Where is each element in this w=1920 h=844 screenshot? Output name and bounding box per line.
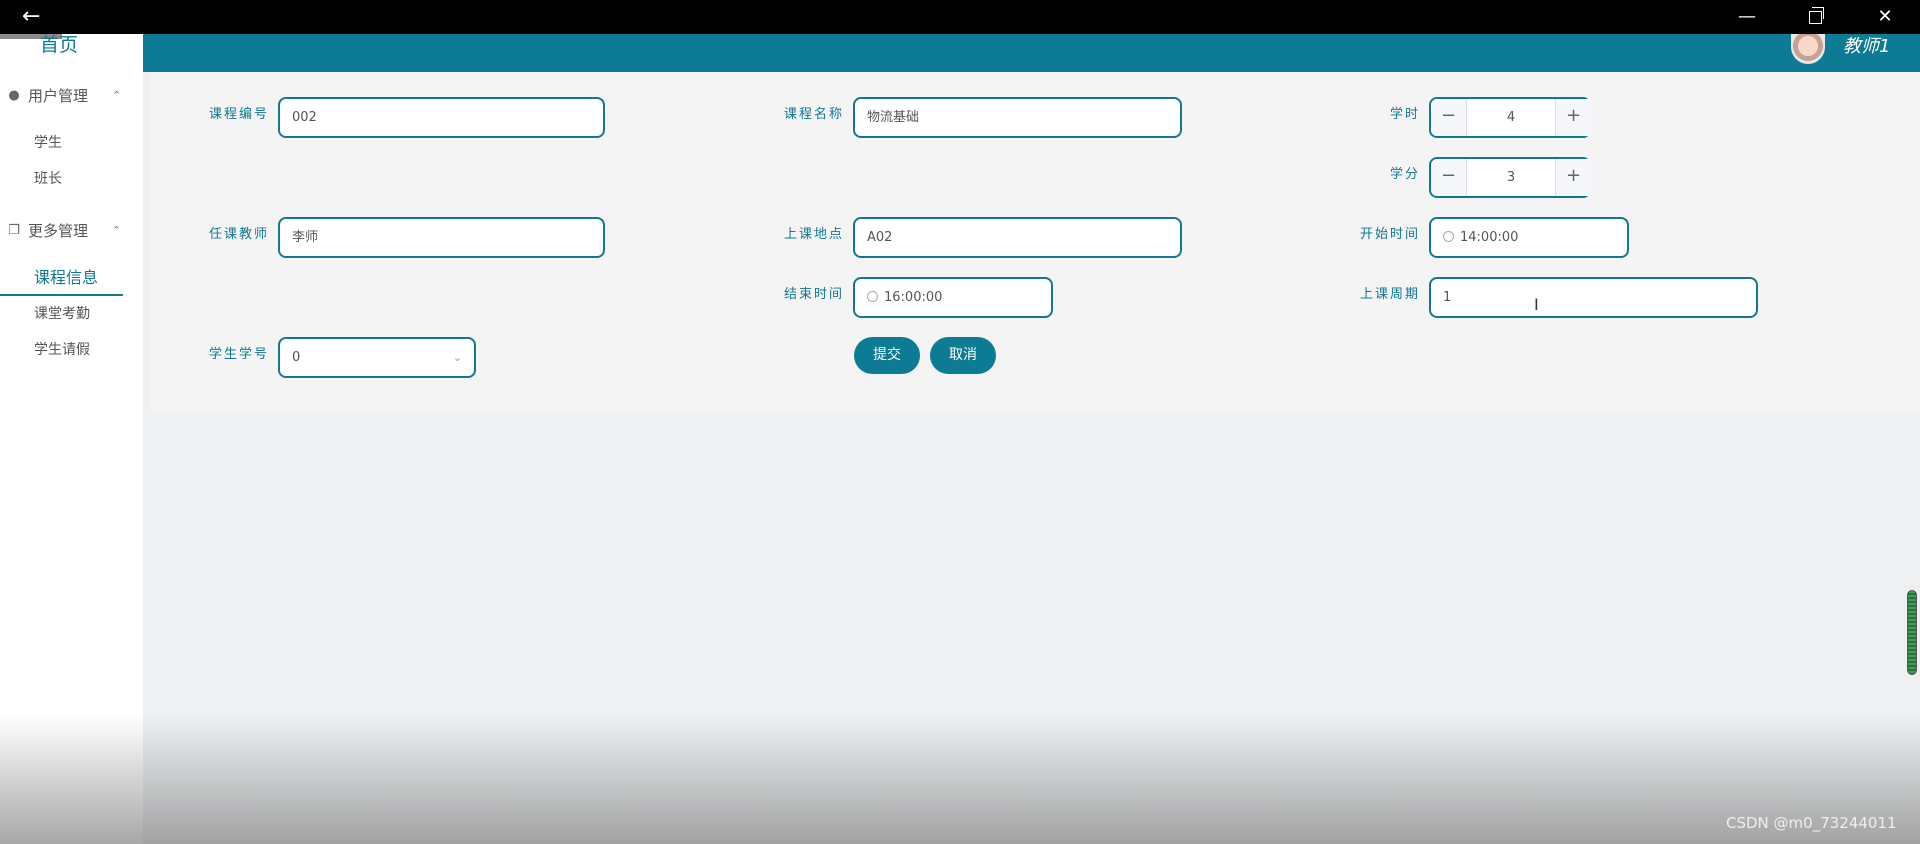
menu-group-more-management[interactable]: ❐ 更多管理 ⌃ bbox=[0, 216, 143, 246]
decrement-button[interactable]: − bbox=[1431, 99, 1467, 136]
credits-label: 学分 bbox=[1389, 167, 1420, 182]
avatar[interactable] bbox=[1791, 34, 1825, 64]
location-input[interactable]: A02 bbox=[853, 217, 1182, 258]
start-time-picker[interactable]: 14:00:00 bbox=[1429, 217, 1629, 258]
start-time-value: 14:00:00 bbox=[1460, 230, 1519, 245]
menu-group-label: 用户管理 bbox=[28, 87, 89, 105]
sidebar-item-students[interactable]: 学生 bbox=[0, 128, 143, 158]
username[interactable]: 教师1 bbox=[1843, 34, 1890, 62]
watermark: CSDN @m0_73244011 bbox=[1726, 814, 1897, 832]
hours-label: 学时 bbox=[1389, 107, 1420, 122]
sidebar-item-student-leave[interactable]: 学生请假 bbox=[0, 335, 143, 365]
course-no-label: 课程编号 bbox=[208, 107, 269, 122]
teacher-input[interactable]: 李师 bbox=[278, 217, 605, 258]
increment-button[interactable]: + bbox=[1555, 99, 1591, 136]
credits-stepper[interactable]: − 3 + bbox=[1429, 157, 1591, 198]
scrollbar-thumb[interactable] bbox=[1907, 590, 1917, 675]
end-time-value: 16:00:00 bbox=[884, 290, 943, 305]
close-icon[interactable]: ✕ bbox=[1850, 0, 1920, 34]
chevron-down-icon: ⌄ bbox=[452, 351, 462, 364]
location-label: 上课地点 bbox=[783, 227, 844, 242]
bottom-shadow bbox=[0, 715, 1920, 844]
decrement-button[interactable]: − bbox=[1431, 159, 1467, 196]
hours-value[interactable]: 4 bbox=[1467, 99, 1555, 136]
menu-group-user-management[interactable]: ● 用户管理 ⌃ bbox=[0, 81, 143, 111]
end-time-picker[interactable]: 16:00:00 bbox=[853, 277, 1053, 318]
text-cursor-icon: I bbox=[1534, 295, 1539, 314]
copy-icon: ❐ bbox=[8, 223, 20, 238]
clock-icon bbox=[867, 291, 878, 302]
chevron-up-icon: ⌃ bbox=[112, 224, 122, 237]
window-titlebar: ← — ✕ bbox=[0, 0, 1920, 34]
top-header: 教师1 bbox=[143, 34, 1920, 72]
course-no-input[interactable]: 002 bbox=[278, 97, 605, 138]
cancel-button[interactable]: 取消 bbox=[930, 337, 996, 374]
teacher-label: 任课教师 bbox=[208, 227, 269, 242]
sidebar-item-course-info[interactable]: 课程信息 bbox=[0, 263, 143, 296]
credits-value[interactable]: 3 bbox=[1467, 159, 1555, 196]
clock-icon bbox=[1443, 231, 1454, 242]
period-label: 上课周期 bbox=[1359, 287, 1420, 302]
sidebar-item-monitors[interactable]: 班长 bbox=[0, 164, 143, 194]
student-no-label: 学生学号 bbox=[208, 347, 269, 362]
start-time-label: 开始时间 bbox=[1359, 227, 1420, 242]
course-name-input[interactable]: 物流基础 bbox=[853, 97, 1182, 138]
sidebar-item-home[interactable]: 首页 bbox=[40, 34, 100, 56]
period-input[interactable]: 1 bbox=[1429, 277, 1758, 318]
submit-button[interactable]: 提交 bbox=[854, 337, 920, 374]
end-time-label: 结束时间 bbox=[783, 287, 844, 302]
user-icon: ● bbox=[8, 88, 20, 103]
student-no-select[interactable]: 0 ⌄ bbox=[278, 337, 476, 378]
chevron-up-icon: ⌃ bbox=[112, 89, 122, 102]
menu-group-label: 更多管理 bbox=[28, 222, 89, 240]
sidebar-item-attendance[interactable]: 课堂考勤 bbox=[0, 299, 143, 329]
increment-button[interactable]: + bbox=[1555, 159, 1591, 196]
hours-stepper[interactable]: − 4 + bbox=[1429, 97, 1591, 138]
minimize-icon[interactable]: — bbox=[1712, 0, 1782, 34]
back-arrow-icon[interactable]: ← bbox=[22, 4, 50, 30]
course-name-label: 课程名称 bbox=[783, 107, 844, 122]
student-no-value: 0 bbox=[292, 350, 301, 365]
restore-icon[interactable] bbox=[1780, 0, 1850, 34]
